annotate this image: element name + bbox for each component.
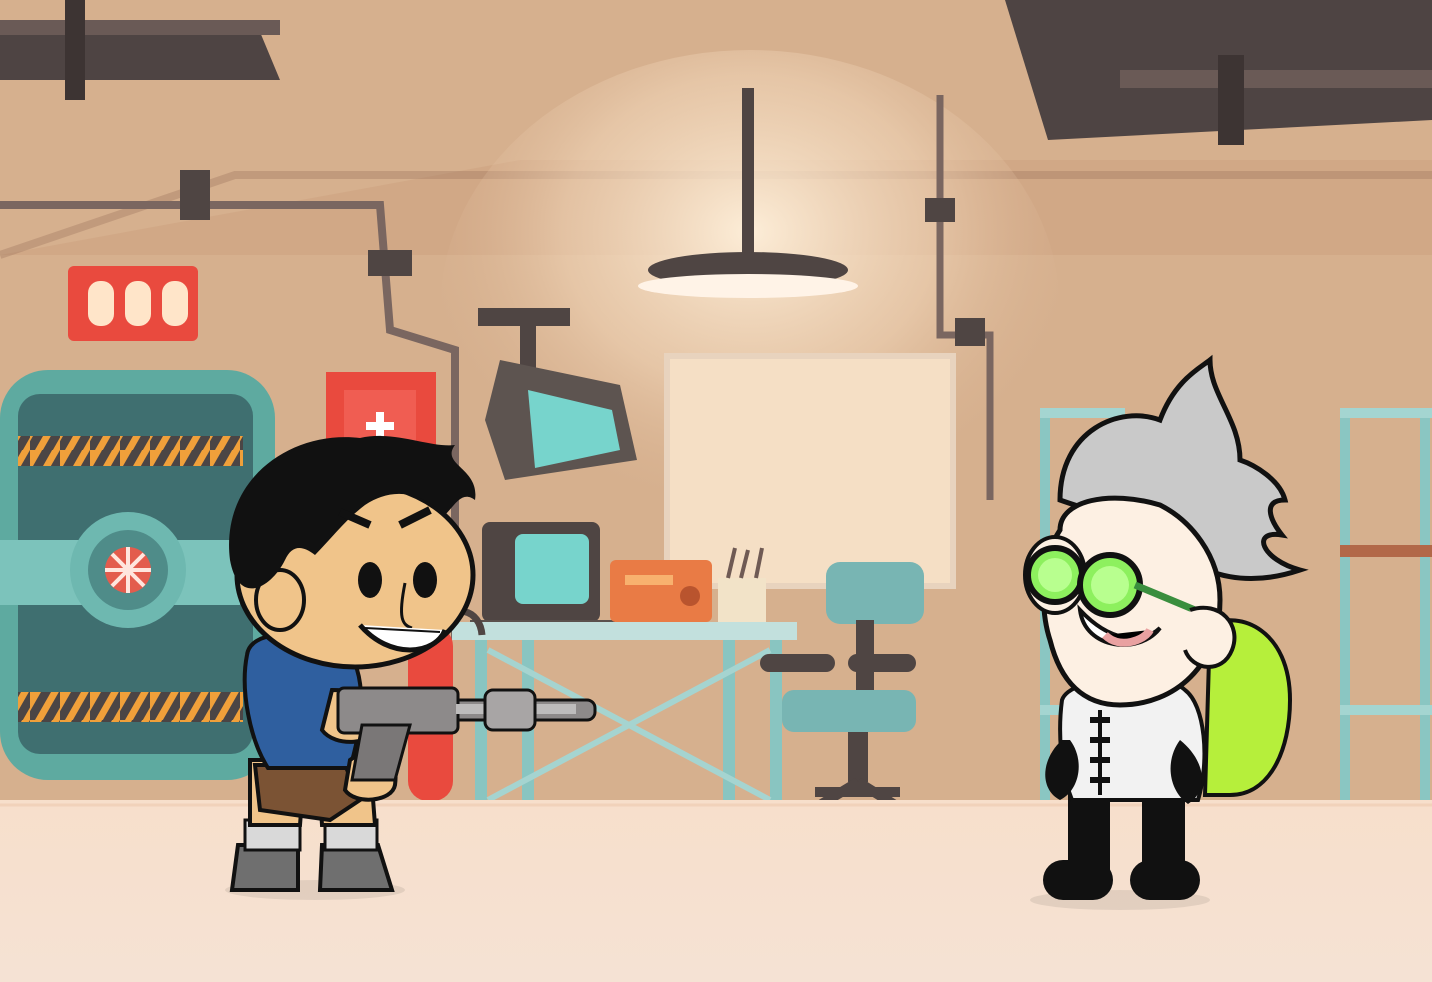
monitor-icon xyxy=(470,522,615,632)
floor xyxy=(0,800,1432,982)
lab-scene-svg xyxy=(0,0,1432,982)
whiteboard xyxy=(664,353,956,589)
vault-door xyxy=(0,370,275,780)
game-scene xyxy=(0,0,1432,982)
alarm-light-icon xyxy=(68,266,198,341)
